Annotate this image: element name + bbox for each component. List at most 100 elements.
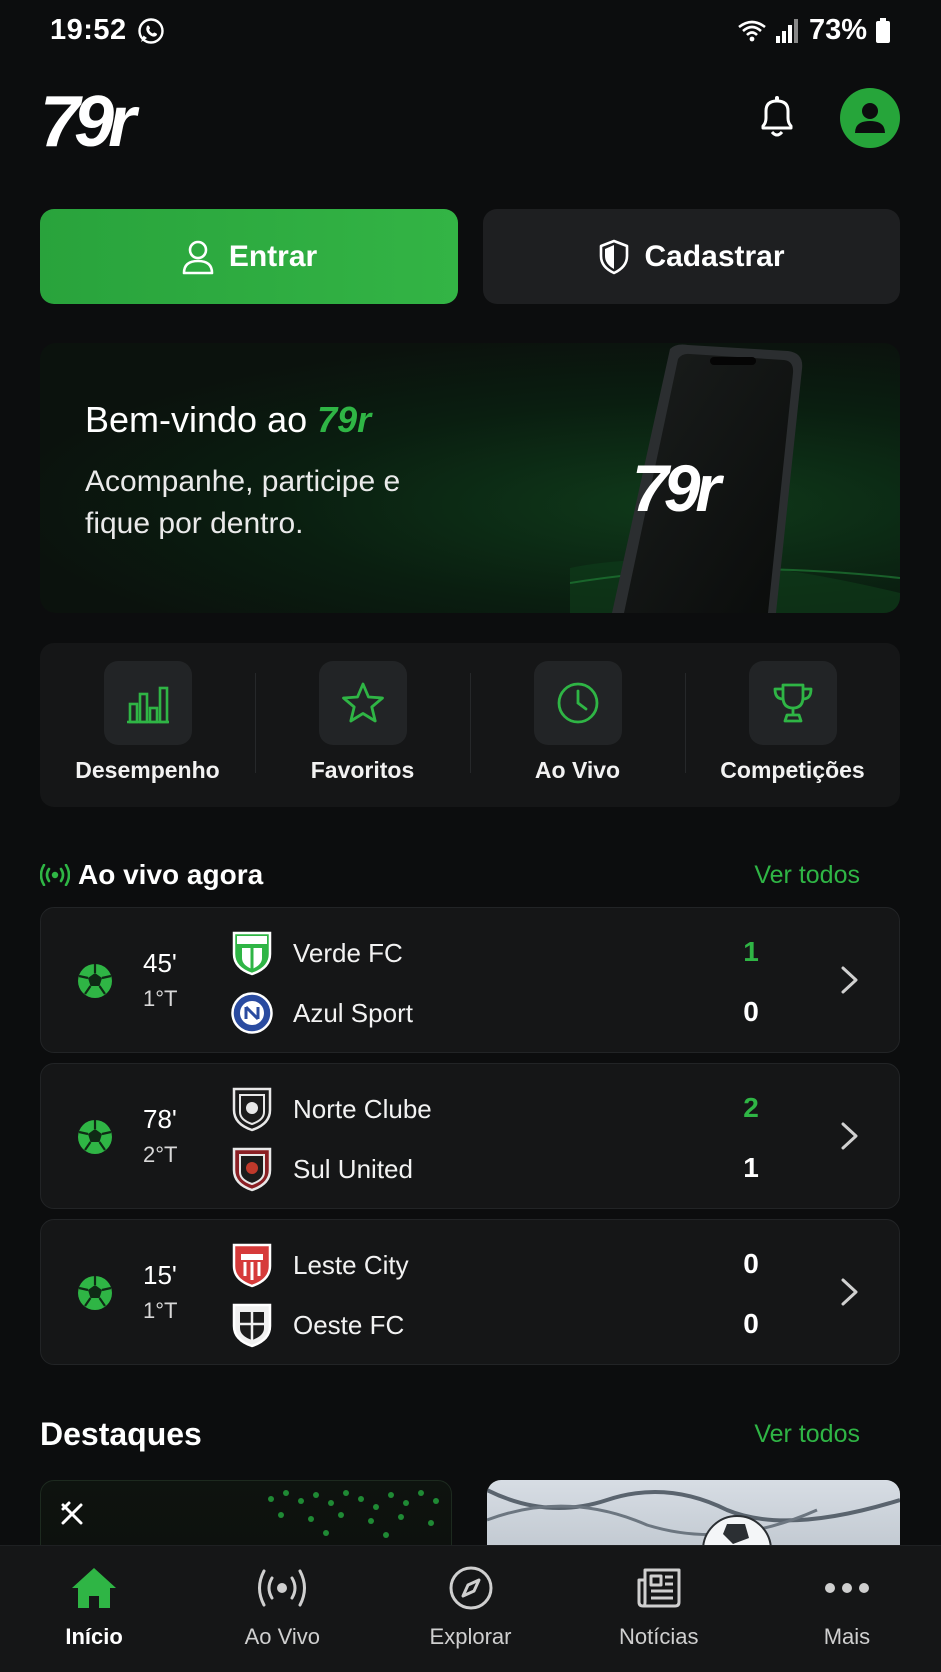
- quick-link-label: Favoritos: [310, 757, 415, 783]
- live-section-header: Ao vivo agora Ver todos: [40, 855, 860, 895]
- battery-icon: [876, 17, 890, 43]
- shield-icon: [600, 239, 629, 274]
- live-broadcast-icon: [40, 864, 70, 886]
- chevron-right-icon: [841, 1278, 858, 1306]
- tab-news[interactable]: Notícias: [565, 1546, 753, 1672]
- status-time: 19:52: [50, 14, 127, 46]
- home-team-name: Leste City: [293, 1249, 409, 1280]
- match-card[interactable]: 78' 2°T Norte Clube Sul United 2 1: [40, 1063, 900, 1209]
- wifi-icon: [738, 20, 766, 41]
- live-section-title: Ao vivo agora: [40, 859, 263, 891]
- banner-title: Bem-vindo ao 79r: [85, 399, 371, 441]
- tab-live-label: Ao Vivo: [244, 1624, 321, 1649]
- match-card[interactable]: 45' 1°T Verde FC Azul Sport 1 0: [40, 907, 900, 1053]
- soccer-ball-icon: [78, 1120, 112, 1154]
- home-score: 2: [743, 1092, 759, 1123]
- battery-percent: 73%: [808, 14, 867, 46]
- home-crest-icon: [232, 1243, 272, 1288]
- match-half: 2°T: [143, 1142, 178, 1167]
- trophy-icon: [748, 661, 837, 745]
- home-score: 0: [743, 1248, 759, 1279]
- highlight-card-art: [61, 1490, 439, 1538]
- tab-home[interactable]: Início: [0, 1546, 188, 1672]
- quick-link-label: Competições: [720, 757, 865, 783]
- away-crest-icon: [232, 1303, 272, 1348]
- banner-title-prefix: Bem-vindo ao: [85, 399, 308, 440]
- tab-explore-label: Explorar: [429, 1624, 512, 1649]
- more-dots-icon: [819, 1562, 875, 1614]
- tab-more[interactable]: Mais: [753, 1546, 941, 1672]
- quick-links: Desempenho Favoritos Ao Vivo Competições: [40, 643, 900, 807]
- home-score: 1: [743, 936, 759, 967]
- newspaper-icon: [631, 1562, 687, 1614]
- quick-link-label: Ao Vivo: [534, 757, 621, 783]
- away-score: 0: [743, 996, 759, 1027]
- soccer-ball-icon: [78, 964, 112, 998]
- register-button-label: Cadastrar: [644, 239, 785, 273]
- banner-subtitle: Acompanhe, participe e fique por dentro.: [85, 465, 401, 540]
- home-team: Verde FC: [231, 930, 403, 976]
- match-card[interactable]: 15' 1°T Leste City Oeste FC 0 0: [40, 1219, 900, 1365]
- away-team-name: Sul United: [293, 1153, 413, 1184]
- home-team-name: Verde FC: [293, 937, 403, 968]
- brand-logo[interactable]: 79r: [40, 88, 190, 154]
- match-half: 1°T: [143, 1298, 178, 1323]
- quick-link-performance[interactable]: Desempenho: [40, 643, 255, 807]
- tab-news-label: Notícias: [618, 1624, 699, 1649]
- home-team-name: Norte Clube: [293, 1093, 432, 1124]
- quick-link-competitions[interactable]: Competições: [685, 643, 900, 807]
- quick-link-label: Desempenho: [75, 757, 220, 783]
- clock-icon: [533, 661, 622, 745]
- live-section-title-text: Ao vivo agora: [78, 859, 264, 890]
- person-outline-icon: [182, 240, 214, 274]
- away-score: 0: [743, 1308, 759, 1339]
- away-team: Sul United: [231, 1146, 413, 1192]
- away-team-name: Azul Sport: [293, 997, 413, 1028]
- home-team: Norte Clube: [231, 1086, 432, 1132]
- user-avatar[interactable]: [840, 88, 900, 148]
- login-button[interactable]: Entrar: [40, 209, 458, 304]
- match-minute: 78': [143, 1104, 177, 1134]
- highlights-title: Destaques: [40, 1415, 202, 1452]
- welcome-banner[interactable]: Bem-vindo ao 79r Acompanhe, participe e …: [40, 343, 900, 613]
- away-team: Oeste FC: [231, 1302, 404, 1348]
- away-crest-icon: [231, 992, 273, 1034]
- broadcast-icon: [254, 1562, 310, 1614]
- user-icon: [855, 103, 885, 133]
- logo-text: 79r: [40, 88, 140, 154]
- bottom-tab-bar: Início Ao Vivo Explorar Notícias Mais: [0, 1545, 941, 1672]
- home-team: Leste City: [231, 1242, 409, 1288]
- login-button-label: Entrar: [228, 239, 318, 273]
- match-minute: 15': [143, 1260, 177, 1290]
- star-icon: [318, 661, 407, 745]
- quick-link-live[interactable]: Ao Vivo: [470, 643, 685, 807]
- tab-more-label: Mais: [823, 1624, 871, 1649]
- notification-bell-icon[interactable]: [755, 92, 799, 140]
- tab-explore[interactable]: Explorar: [376, 1546, 564, 1672]
- chevron-right-icon: [841, 966, 858, 994]
- status-indicators: 73%: [737, 14, 891, 47]
- phone-illustration: 79r: [570, 344, 900, 613]
- highlight-card-art: [487, 1488, 900, 1585]
- tab-live[interactable]: Ao Vivo: [188, 1546, 376, 1672]
- away-crest-icon: [232, 1147, 272, 1192]
- quick-link-favorites[interactable]: Favoritos: [255, 643, 470, 807]
- bar-chart-icon: [103, 661, 192, 745]
- away-team-name: Oeste FC: [293, 1309, 405, 1340]
- signal-icon: [775, 18, 798, 43]
- live-see-all-link[interactable]: Ver todos: [754, 861, 860, 890]
- home-crest-icon: [232, 931, 272, 976]
- home-crest-icon: [232, 1087, 272, 1132]
- home-icon: [66, 1562, 122, 1614]
- banner-title-brand: 79r: [317, 399, 372, 440]
- away-score: 1: [743, 1152, 759, 1183]
- register-button[interactable]: Cadastrar: [483, 209, 900, 304]
- phone-logo-text: 79r: [632, 451, 724, 525]
- status-bar: 19:52 73%: [0, 0, 941, 62]
- highlights-see-all-link[interactable]: Ver todos: [754, 1420, 860, 1449]
- highlights-section-header: Destaques Ver todos: [40, 1414, 860, 1454]
- soccer-ball-icon: [78, 1276, 112, 1310]
- match-minute: 45': [143, 948, 177, 978]
- chevron-right-icon: [841, 1122, 858, 1150]
- tab-home-label: Início: [65, 1624, 123, 1649]
